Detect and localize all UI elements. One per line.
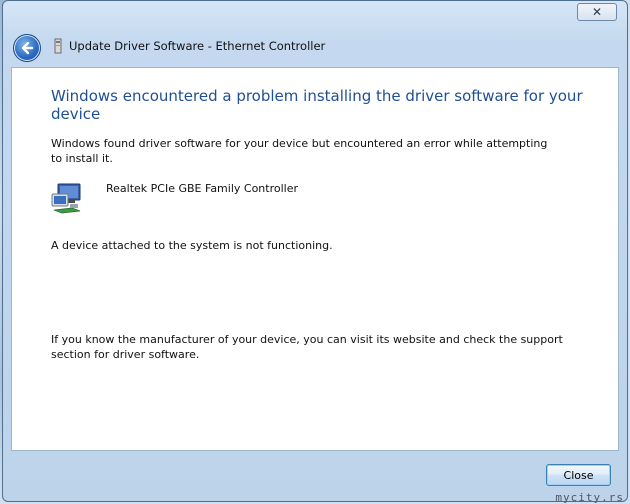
close-icon: ✕ xyxy=(591,5,603,19)
back-button[interactable] xyxy=(13,34,41,62)
help-text: If you know the manufacturer of your dev… xyxy=(51,333,563,361)
watermark-text: mycity.rs xyxy=(555,491,624,504)
driver-update-dialog: ✕ Update Driver Software - Ethernet Cont… xyxy=(2,0,628,502)
error-headline: Windows encountered a problem installing… xyxy=(51,87,583,123)
error-status-text: A device attached to the system is not f… xyxy=(51,239,333,252)
button-bar: Close xyxy=(11,451,619,495)
intro-text: Windows found driver software for your d… xyxy=(51,137,548,165)
network-adapter-icon xyxy=(51,183,81,214)
content-panel: Windows encountered a problem installing… xyxy=(11,67,619,451)
window-title: Update Driver Software - Ethernet Contro… xyxy=(69,39,326,53)
back-arrow-icon xyxy=(21,41,34,55)
title-bar: Update Driver Software - Ethernet Contro… xyxy=(11,29,619,67)
device-name: Realtek PCIe GBE Family Controller xyxy=(106,182,299,195)
window-close-button[interactable]: ✕ xyxy=(577,3,617,21)
close-button[interactable]: Close xyxy=(546,464,611,486)
device-manager-icon xyxy=(54,38,62,54)
